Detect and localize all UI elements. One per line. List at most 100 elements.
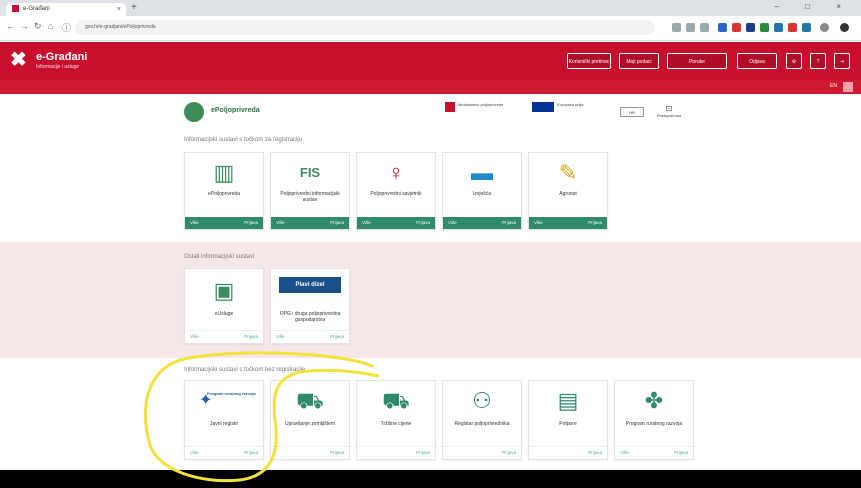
site-title[interactable]: e-Građani [36,51,87,63]
extension-icon[interactable] [746,23,755,32]
service-card[interactable]: ⛟ Tržišne cijene Prijava [356,380,436,460]
service-card[interactable]: ▣ eUsluge Više Prijava [184,268,264,344]
service-card[interactable]: ⛟ Upravljanje zemljištem Prijava [270,380,350,460]
card-footer: Više Prijava [615,446,693,459]
login-link[interactable]: Prijava [416,217,430,229]
service-card[interactable]: FIS Poljoprivredni informacijski sustav Vi… [270,152,350,230]
tractor-icon: ⛟ [382,388,410,413]
logout-button[interactable]: Odjava [737,53,777,69]
more-link[interactable]: Više [276,331,285,343]
help-icon[interactable]: ? [810,53,826,69]
card-label: Poljoprivredni savjetnik [370,191,422,197]
eu-label: Europska unija [557,102,584,107]
login-link[interactable]: Prijava [588,447,602,459]
portal-title[interactable]: ePoljoprivreda [211,107,260,114]
card-label: Izvješća [472,191,492,197]
service-card[interactable]: ▬ Izvješća Više Prijava [442,152,522,230]
card-label: Program ruralnog razvoja [625,421,683,427]
service-card[interactable]: ✎ Agronet Više Prijava [528,152,608,230]
extension-icon[interactable] [802,23,811,32]
login-link[interactable]: Prijava [502,217,516,229]
login-link[interactable]: Prijava [588,217,602,229]
service-card[interactable]: ♀ Poljoprivredni savjetnik Više Prijava [356,152,436,230]
login-link[interactable]: Prijava [244,217,258,229]
card-label: Agronet [559,191,577,197]
extension-icon[interactable] [700,23,709,32]
monitor-icon: ▣ [213,278,235,303]
login-link[interactable]: Prijava [674,447,688,459]
more-link[interactable]: Više [190,331,199,343]
extension-icon[interactable] [732,23,741,32]
card-footer: Prijava [357,446,435,459]
card-label: Poljoprivredni informacijski sustav [280,191,340,203]
login-link[interactable]: Prijava [416,447,430,459]
tab-close-icon[interactable]: × [117,3,121,16]
extension-icon[interactable] [760,23,769,32]
card-footer: Više Prijava [529,217,607,229]
menu-icon[interactable] [840,23,849,32]
card-footer: Više Prijava [185,217,263,229]
favicon-icon [12,4,19,12]
accessibility-label: Pristupačnost [656,113,682,118]
extension-icon[interactable] [686,23,695,32]
login-link[interactable]: Prijava [244,447,258,459]
more-link[interactable]: Više [190,447,199,459]
login-link[interactable]: Prijava [244,331,258,343]
more-link[interactable]: Više [620,447,629,459]
extension-icon[interactable] [774,23,783,32]
card-footer: Više Prijava [357,217,435,229]
croatia-flag-icon [445,102,455,112]
card-label: Potpore [559,421,577,427]
site-info-icon[interactable]: ⓘ [62,21,71,34]
service-card[interactable]: ✦ Program ruralnog razvoja Javni registri V… [184,380,264,460]
extension-icon[interactable] [788,23,797,32]
profile-avatar[interactable] [820,23,829,32]
eu-logo: Europska unija [532,102,602,122]
eu-flag-icon [532,102,554,112]
accessibility-icon: ⊡ [665,104,673,113]
extension-icon[interactable] [718,23,727,32]
card-label: eUsluge [214,311,234,317]
bulb-icon: ✎ [558,160,578,185]
browser-tab[interactable]: e-Građani × [6,3,126,16]
card-footer: Više Prijava [271,217,349,229]
more-link[interactable]: Više [190,217,199,229]
back-icon[interactable]: ← [6,21,15,31]
exit-icon[interactable]: ⇥ [834,53,850,69]
service-card[interactable]: ▤ Potpore Prijava [528,380,608,460]
language-select[interactable]: HR [620,107,644,117]
reload-icon[interactable]: ↻ [34,21,42,32]
my-data-button[interactable]: Moji podaci [619,53,659,69]
service-card[interactable]: ⚇ Registar poljoprivrednika Prijava [442,380,522,460]
tab-title: e-Građani [23,6,50,12]
home-icon[interactable]: ⌂ [48,21,53,31]
logo-text: Program ruralnog razvoja [207,391,256,396]
card-footer: Više Prijava [443,217,521,229]
more-link[interactable]: Više [362,217,371,229]
extension-icon[interactable] [672,23,681,32]
messages-button[interactable]: Poruke [667,53,727,69]
grid-logo-icon[interactable]: ✖ [10,50,30,70]
service-card[interactable]: ▤Plavi dizelOPG i druga poljoprivredna g… [270,268,350,344]
forward-icon[interactable]: → [20,21,29,31]
mailbox-button[interactable]: Korisnički pretinac [567,53,611,69]
login-link[interactable]: Prijava [330,447,344,459]
service-card[interactable]: ▥ ePoljoprivreda Više Prijava [184,152,264,230]
more-link[interactable]: Više [448,217,457,229]
more-link[interactable]: Više [276,217,285,229]
new-tab-button[interactable]: + [131,2,137,13]
language-link[interactable]: EN [830,83,837,89]
accessibility-button[interactable]: ⊡ Pristupačnost [654,104,684,118]
login-link[interactable]: Prijava [330,331,344,343]
service-card[interactable]: ✤ Program ruralnog razvoja Više Prijava [614,380,694,460]
person-icon: ♀ [387,160,405,185]
login-link[interactable]: Prijava [330,217,344,229]
settings-icon[interactable]: ⚙ [786,53,802,69]
card-footer: Prijava [443,446,521,459]
section-title: Informacijski sustavi s točkom bez regis… [184,367,306,373]
grid-icon[interactable] [843,82,853,92]
more-link[interactable]: Više [534,217,543,229]
login-link[interactable]: Prijava [502,447,516,459]
url-input[interactable]: gov.hr/e-gradjani/ePoljoprivreda [75,20,655,35]
window-controls[interactable]: – □ × [775,2,853,11]
